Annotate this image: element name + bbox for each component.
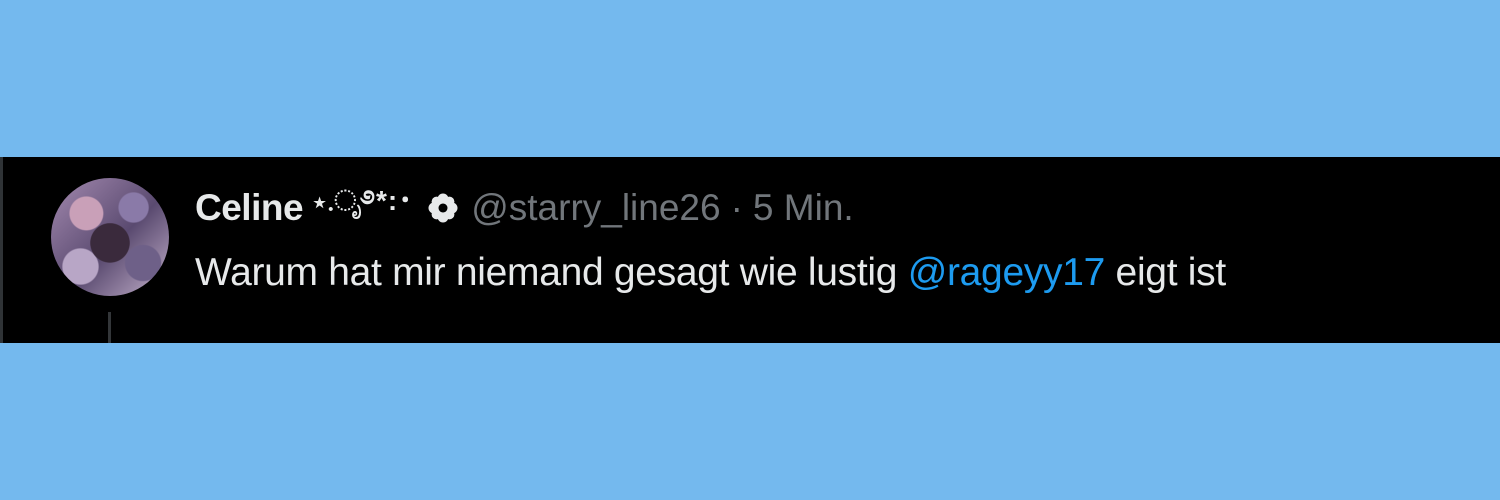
thread-connector-line bbox=[108, 312, 111, 343]
tweet-text-after-mention: eigt ist bbox=[1105, 251, 1227, 294]
tweet-left-border bbox=[0, 157, 3, 343]
tweet-timestamp[interactable]: 5 Min. bbox=[753, 187, 854, 229]
mention-link[interactable]: @rageyy17 bbox=[908, 251, 1106, 294]
flower-badge-icon bbox=[428, 193, 458, 223]
tweet-header: Celine ⋆.ೃ࿔*:･ @starry_line26 · 5 Min. bbox=[195, 185, 854, 231]
avatar[interactable] bbox=[51, 178, 169, 296]
tweet-card[interactable]: Celine ⋆.ೃ࿔*:･ @starry_line26 · 5 Min. W… bbox=[0, 157, 1500, 343]
tweet-text: Warum hat mir niemand gesagt wie lustig … bbox=[195, 251, 1226, 295]
display-name[interactable]: Celine bbox=[195, 187, 304, 229]
tweet-text-before-mention: Warum hat mir niemand gesagt wie lustig bbox=[195, 251, 908, 294]
display-name-decoration: ⋆.ೃ࿔*:･ bbox=[313, 184, 414, 216]
header-separator: · bbox=[730, 187, 743, 228]
user-handle[interactable]: @starry_line26 bbox=[471, 187, 720, 229]
